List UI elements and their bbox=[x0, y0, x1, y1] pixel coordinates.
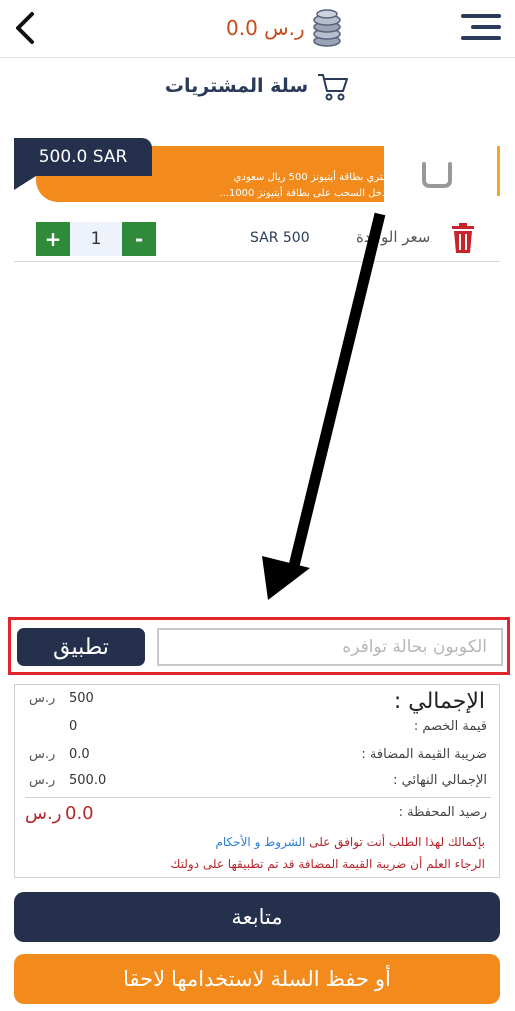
summary-row-total: ر.س 500.0 الإجمالي النهائي : bbox=[15, 771, 501, 793]
summary-value: 500.0 bbox=[69, 773, 107, 788]
currency-label: ر.س bbox=[29, 773, 56, 788]
balance-amount: 0.0 ر.س bbox=[226, 16, 305, 40]
promo-line-2: وادخل السحب على بطاقة أيتيونز 1000... bbox=[219, 188, 394, 199]
chevron-left-icon[interactable] bbox=[10, 10, 40, 46]
terms-link[interactable]: الشروط و الأحكام bbox=[215, 835, 305, 849]
summary-label: ضريبة القيمة المضافة : bbox=[361, 747, 487, 762]
cart-header: سلة المشتريات bbox=[0, 62, 515, 110]
summary-label: الإجمالي النهائي : bbox=[393, 773, 487, 788]
vat-notice: الرجاء العلم أن ضريبة القيمة المضافة قد … bbox=[170, 857, 485, 871]
summary-label: قيمة الخصم : bbox=[413, 719, 487, 734]
summary-divider bbox=[25, 797, 491, 798]
promo-text: اشتري بطاقة أيتيونز 500 ريال سعودي وادخل… bbox=[176, 170, 394, 202]
summary-row-discount: 0 قيمة الخصم : bbox=[15, 717, 501, 739]
top-bar: 0.0 ر.س bbox=[0, 0, 515, 58]
wallet-balance: 0.0 ر.س bbox=[226, 6, 343, 50]
unit-price: SAR 500 bbox=[250, 230, 310, 246]
summary-value: 0.0 bbox=[69, 747, 90, 762]
currency-label: ر.س bbox=[29, 691, 56, 706]
wallet-label: رصيد المحفظة : bbox=[398, 805, 487, 820]
currency-label: ر.س bbox=[29, 747, 56, 762]
summary-value: 500 bbox=[69, 691, 94, 706]
apply-coupon-button[interactable]: تطبيق bbox=[17, 628, 145, 666]
terms-prefix: بإكمالك لهذا الطلب أنت توافق على bbox=[309, 835, 485, 849]
continue-button[interactable]: متابعة bbox=[14, 892, 500, 942]
decrease-quantity-button[interactable]: - bbox=[122, 222, 156, 256]
wallet-row: ر.س 0.0 رصيد المحفظة : bbox=[15, 803, 501, 825]
terms-notice: بإكمالك لهذا الطلب أنت توافق على الشروط … bbox=[215, 835, 485, 849]
order-summary: الإجمالي : ر.س 500 0 قيمة الخصم : ر.س 0.… bbox=[14, 684, 500, 878]
shopping-cart-icon bbox=[318, 74, 349, 101]
summary-row-subtotal: ر.س 500 bbox=[15, 689, 501, 711]
unit-price-label: سعر الوحدة bbox=[356, 228, 431, 246]
trash-icon[interactable] bbox=[450, 222, 476, 254]
promo-line-1: اشتري بطاقة أيتيونز 500 ريال سعودي bbox=[233, 172, 394, 183]
coupon-section: تطبيق bbox=[8, 617, 510, 675]
coins-icon bbox=[312, 9, 341, 47]
quantity-value[interactable]: 1 bbox=[70, 222, 122, 256]
wallet-value: 0.0 bbox=[65, 803, 94, 824]
increase-quantity-button[interactable]: + bbox=[36, 222, 70, 256]
itunes-logo-icon bbox=[422, 162, 452, 188]
summary-row-vat: ر.س 0.0 ضريبة القيمة المضافة : bbox=[15, 745, 501, 767]
price-tag: 500.0 SAR bbox=[14, 138, 152, 190]
coupon-input[interactable] bbox=[157, 628, 503, 666]
hamburger-menu-icon[interactable] bbox=[461, 14, 501, 44]
quantity-row: + 1 - SAR 500 سعر الوحدة bbox=[14, 218, 500, 262]
item-accent-bar bbox=[497, 146, 500, 196]
summary-value: 0 bbox=[69, 719, 78, 734]
cart-title: سلة المشتريات bbox=[164, 75, 309, 97]
wallet-currency: ر.س bbox=[25, 803, 62, 824]
save-cart-button[interactable]: أو حفظ السلة لاستخدامها لاحقا bbox=[14, 954, 500, 1004]
